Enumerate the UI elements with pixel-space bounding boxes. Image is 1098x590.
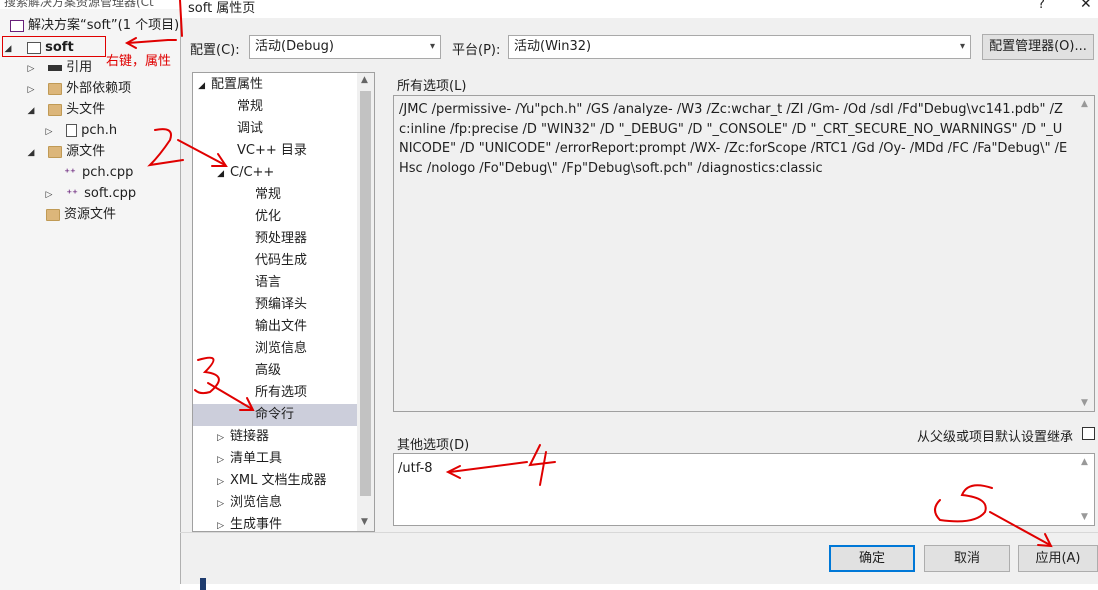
annotation-arrow-4 — [449, 461, 528, 473]
annotation-arrow-5 — [989, 511, 1051, 546]
annotation-layer — [124, 0, 1053, 548]
annotation-number-1 — [167, 0, 183, 41]
annotation-number-5 — [934, 484, 993, 523]
annotation-number-2 — [147, 128, 184, 167]
annotation-arrow-3 — [207, 382, 253, 410]
annotation-arrow-2 — [177, 139, 226, 166]
annotation-number-4 — [528, 444, 556, 486]
annotation-arrow-1 — [127, 39, 169, 44]
